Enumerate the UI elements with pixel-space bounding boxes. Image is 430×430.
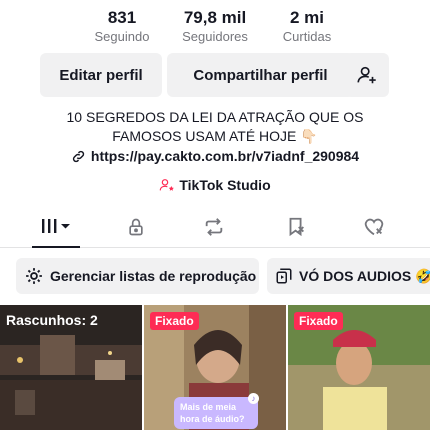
following-count: 831 [107, 8, 137, 27]
studio-label: TikTok Studio [179, 177, 271, 193]
pinned-badge: Fixado [150, 312, 199, 330]
lock-icon [129, 218, 143, 236]
tab-private[interactable] [118, 206, 154, 248]
add-friend-button[interactable] [345, 53, 389, 97]
grid-icon [42, 219, 70, 233]
video-grid: Rascunhos: 2 Fixado Mais de meia hora de… [0, 305, 430, 430]
likes-stat[interactable]: 2 mi Curtidas [257, 8, 357, 46]
gear-icon [26, 268, 42, 284]
studio-icon [160, 179, 175, 191]
playlist-name: VÓ DOS AUDIOS 🤣 [299, 267, 430, 284]
share-profile-button[interactable]: Compartilhar perfil [167, 53, 354, 97]
drafts-label: Rascunhos: 2 [6, 312, 98, 328]
edit-profile-button[interactable]: Editar perfil [40, 53, 162, 97]
link-icon [72, 150, 84, 162]
manage-playlists-label: Gerenciar listas de reprodução [50, 268, 257, 284]
likes-count: 2 mi [289, 8, 325, 27]
manage-playlists-button[interactable]: Gerenciar listas de reprodução [16, 258, 259, 294]
caption-bubble: Mais de meia hora de áudio? [174, 397, 258, 429]
repost-icon [205, 218, 223, 236]
playlist-row: Gerenciar listas de reprodução VÓ DOS AU… [0, 258, 430, 294]
tab-reposts[interactable] [196, 206, 232, 248]
followers-stat[interactable]: 79,8 mil Seguidores [165, 8, 265, 46]
bio-link-text: https://pay.cakto.com.br/v7iadnf_290984 [90, 148, 360, 164]
following-label: Seguindo [94, 29, 150, 44]
profile-tabs [0, 206, 430, 248]
bubble-icon: ♪ [248, 393, 259, 404]
playlist-chip[interactable]: VÓ DOS AUDIOS 🤣 [267, 258, 430, 294]
likes-label: Curtidas [282, 29, 332, 44]
playlist-icon [276, 268, 292, 284]
profile-stats: 831 Seguindo 79,8 mil Seguidores 2 mi Cu… [0, 8, 430, 48]
pinned-badge: Fixado [294, 312, 343, 330]
edit-profile-label: Editar perfil [59, 66, 143, 84]
profile-bio: 10 SEGREDOS DA LEI DA ATRAÇÃO QUE OS FAM… [66, 109, 364, 144]
bio-link[interactable]: https://pay.cakto.com.br/v7iadnf_290984 [0, 148, 430, 164]
bookmark-icon [289, 217, 304, 237]
add-user-icon [357, 66, 376, 84]
video-tile[interactable]: Fixado [288, 305, 430, 430]
drafts-tile[interactable]: Rascunhos: 2 [0, 305, 142, 430]
tab-favorites[interactable] [278, 206, 314, 248]
tab-videos[interactable] [32, 206, 80, 248]
following-stat[interactable]: 831 Seguindo [72, 8, 172, 46]
followers-count: 79,8 mil [183, 8, 247, 27]
share-profile-label: Compartilhar perfil [193, 66, 328, 84]
followers-label: Seguidores [182, 29, 248, 44]
heart-icon [364, 218, 384, 236]
tab-liked[interactable] [356, 206, 392, 248]
video-tile[interactable]: Fixado Mais de meia hora de áudio? ♪ [144, 305, 286, 430]
tiktok-studio-link[interactable]: TikTok Studio [0, 177, 430, 193]
